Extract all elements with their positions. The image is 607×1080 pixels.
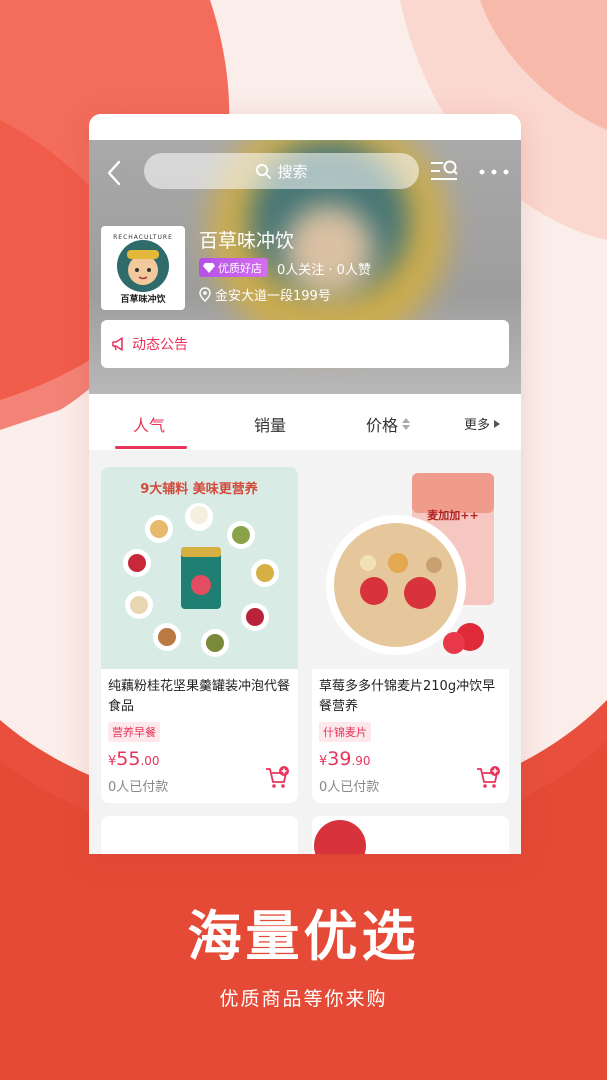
svg-text:RECHACULTURE: RECHACULTURE: [113, 234, 173, 241]
more-dots-icon[interactable]: [477, 162, 511, 182]
product-card-partial[interactable]: [101, 816, 298, 854]
product-image: 麦加加++: [312, 467, 509, 669]
tab-price-label: 价格: [366, 416, 399, 435]
tab-more-label: 更多: [464, 418, 491, 433]
follow-stats: 0人关注 · 0人赞: [277, 263, 371, 278]
search-bar[interactable]: 搜索: [144, 153, 419, 189]
diamond-icon: [203, 263, 215, 273]
tab-price[interactable]: 价格: [366, 412, 411, 436]
product-image: [314, 820, 366, 854]
add-to-cart-icon[interactable]: [264, 765, 290, 791]
svg-text:麦加加++: 麦加加++: [427, 508, 478, 522]
megaphone-icon: [112, 337, 123, 351]
store-address-text: 金安大道一段199号: [215, 289, 331, 304]
triangle-right-icon: [494, 419, 501, 428]
location-pin-icon: [199, 287, 211, 302]
quality-badge: 优质好店: [199, 258, 268, 277]
active-tab-indicator: [115, 446, 187, 449]
product-price: ¥39.90: [319, 748, 371, 770]
sort-tabs: 人气 销量 价格 更多: [89, 394, 521, 450]
announcement-label: 动态公告: [132, 337, 188, 353]
svg-text:百草味冲饮: 百草味冲饮: [120, 293, 166, 305]
phone-screen: 搜索 RECHACULTURE 百草味冲饮 百草味冲饮 优质好店 0人关注 · …: [89, 114, 521, 854]
add-to-cart-icon[interactable]: [475, 765, 501, 791]
svg-text:9大辅料 美味更营养: 9大辅料 美味更营养: [140, 481, 259, 497]
store-name: 百草味冲饮: [199, 230, 295, 252]
product-price: ¥55.00: [108, 748, 160, 770]
sort-arrows-icon: [402, 418, 411, 430]
product-tag: 营养早餐: [108, 722, 160, 742]
announcement-bar[interactable]: 动态公告: [101, 320, 509, 368]
product-tag: 什锦麦片: [319, 722, 371, 742]
product-card-partial[interactable]: [312, 816, 509, 854]
paid-count: 0人已付款: [319, 780, 380, 795]
list-search-icon[interactable]: [429, 158, 459, 186]
product-title: 草莓多多什锦麦片210g冲饮早餐营养: [319, 679, 496, 714]
product-card[interactable]: 麦加加++ 草莓多多什锦麦片210g冲饮早餐营养 什锦麦片 ¥39.90 0人已…: [312, 467, 509, 803]
tab-sales[interactable]: 销量: [254, 412, 286, 436]
promo-title: 海量优选: [187, 905, 420, 968]
store-logo: RECHACULTURE 百草味冲饮: [101, 226, 185, 310]
promo-subtitle: 优质商品等你来购: [219, 988, 388, 1010]
chevron-left-icon[interactable]: [103, 158, 127, 188]
product-image: 9大辅料 美味更营养: [101, 467, 298, 669]
tab-popularity[interactable]: 人气: [133, 412, 165, 436]
product-title: 纯藕粉桂花坚果羹罐装冲泡代餐食品: [108, 679, 291, 714]
tab-popularity-label: 人气: [133, 416, 166, 435]
tab-more[interactable]: 更多: [464, 414, 501, 433]
store-address[interactable]: 金安大道一段199号: [199, 285, 331, 304]
search-placeholder: 搜索: [277, 162, 308, 181]
store-header: 搜索 RECHACULTURE 百草味冲饮 百草味冲饮 优质好店 0人关注 · …: [89, 140, 521, 394]
quality-badge-label: 优质好店: [218, 261, 262, 275]
product-card[interactable]: 9大辅料 美味更营养 纯藕粉桂花坚果羹罐装冲泡代餐食品 营养早餐 ¥55.00 …: [101, 467, 298, 803]
tab-sales-label: 销量: [254, 416, 287, 435]
search-icon: [256, 163, 272, 179]
status-bar: [89, 114, 521, 140]
paid-count: 0人已付款: [108, 780, 169, 795]
